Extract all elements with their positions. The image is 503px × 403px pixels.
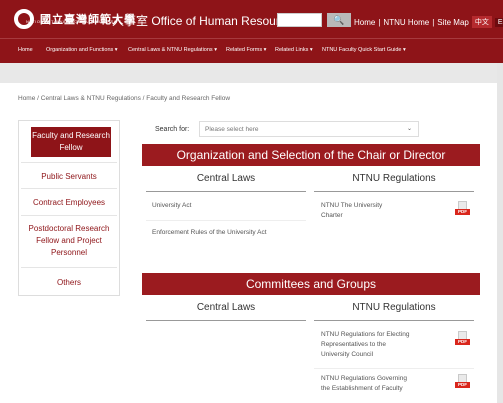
sidebar-item-postdoctoral[interactable]: Postdoctoral Research Fellow and Project…: [19, 223, 119, 259]
search-button[interactable]: 🔍: [327, 13, 351, 27]
regulation-link[interactable]: NTNU The University Charter: [321, 201, 401, 221]
divider: [314, 368, 474, 369]
nav-related-forms[interactable]: Related Forms ▾: [226, 47, 266, 53]
law-link[interactable]: University Act: [152, 201, 302, 211]
nav-home[interactable]: Home: [18, 47, 33, 53]
divider: [21, 215, 117, 216]
link-divider: |: [432, 17, 435, 27]
divider: [314, 320, 474, 321]
divider: [21, 188, 117, 189]
nav-related-links[interactable]: Related Links ▾: [275, 47, 313, 53]
lang-chinese-button[interactable]: 中文: [471, 16, 492, 28]
select-placeholder: Please select here: [205, 126, 259, 133]
nav-organization[interactable]: Organization and Functions ▾: [46, 47, 118, 53]
banner-strip: [0, 63, 503, 83]
regulation-link[interactable]: NTNU Regulations Governing the Establish…: [321, 374, 407, 403]
nav-laws-regulations[interactable]: Central Laws & NTNU Regulations ▾: [128, 47, 217, 53]
nav-quick-start[interactable]: NTNU Faculty Quick Start Guide ▾: [322, 47, 406, 53]
pdf-icon[interactable]: PDF: [455, 331, 470, 347]
divider: [21, 162, 117, 163]
law-link[interactable]: Enforcement Rules of the University Act: [152, 228, 302, 238]
chevron-down-icon: ⌄: [406, 126, 412, 132]
pdf-icon[interactable]: PDF: [455, 374, 470, 390]
sidebar: Faculty and Research Fellow Public Serva…: [18, 120, 120, 296]
logo-subtitle: NATIONAL TAIWAN NORMAL UNIVERSITY: [26, 19, 122, 24]
ntnu-home-link[interactable]: NTNU Home: [383, 18, 429, 27]
breadcrumb[interactable]: Home / Central Laws & NTNU Regulations /…: [18, 95, 230, 102]
regulation-link[interactable]: NTNU Regulations for Electing Representa…: [321, 330, 413, 360]
regulation-select[interactable]: Please select here ⌄: [199, 121, 419, 137]
sidebar-item-others[interactable]: Others: [19, 277, 119, 289]
section-title: Committees and Groups: [142, 273, 480, 295]
site-search-input[interactable]: [277, 13, 322, 27]
office-title[interactable]: 人事室 Office of Human Resources: [112, 12, 299, 29]
sidebar-item-faculty[interactable]: Faculty and Research Fellow: [31, 127, 111, 157]
divider: [146, 320, 306, 321]
divider: [146, 191, 306, 192]
top-links: Home | NTNU Home | Site Map 中文 English: [354, 16, 503, 28]
divider: [146, 220, 306, 221]
divider: [314, 191, 474, 192]
scrollbar[interactable]: [497, 63, 503, 403]
divider: [21, 267, 117, 268]
sidebar-item-contract-employees[interactable]: Contract Employees: [19, 197, 119, 209]
lang-english-button[interactable]: English: [494, 17, 503, 27]
main-nav: Home Organization and Functions ▾ Centra…: [0, 38, 503, 63]
column-ntnu-regulations: NTNU Regulations: [352, 173, 436, 184]
sidebar-item-public-servants[interactable]: Public Servants: [19, 171, 119, 183]
site-map-link[interactable]: Site Map: [437, 18, 469, 27]
pdf-icon[interactable]: PDF: [455, 201, 470, 217]
top-header: 國立臺灣師範大學 NATIONAL TAIWAN NORMAL UNIVERSI…: [0, 0, 503, 38]
column-central-laws: Central Laws: [196, 302, 256, 313]
link-divider: |: [378, 17, 381, 27]
home-link[interactable]: Home: [354, 18, 375, 27]
section-title: Organization and Selection of the Chair …: [142, 144, 480, 166]
column-central-laws: Central Laws: [196, 173, 256, 184]
column-ntnu-regulations: NTNU Regulations: [352, 302, 436, 313]
search-label: Search for:: [155, 126, 190, 133]
